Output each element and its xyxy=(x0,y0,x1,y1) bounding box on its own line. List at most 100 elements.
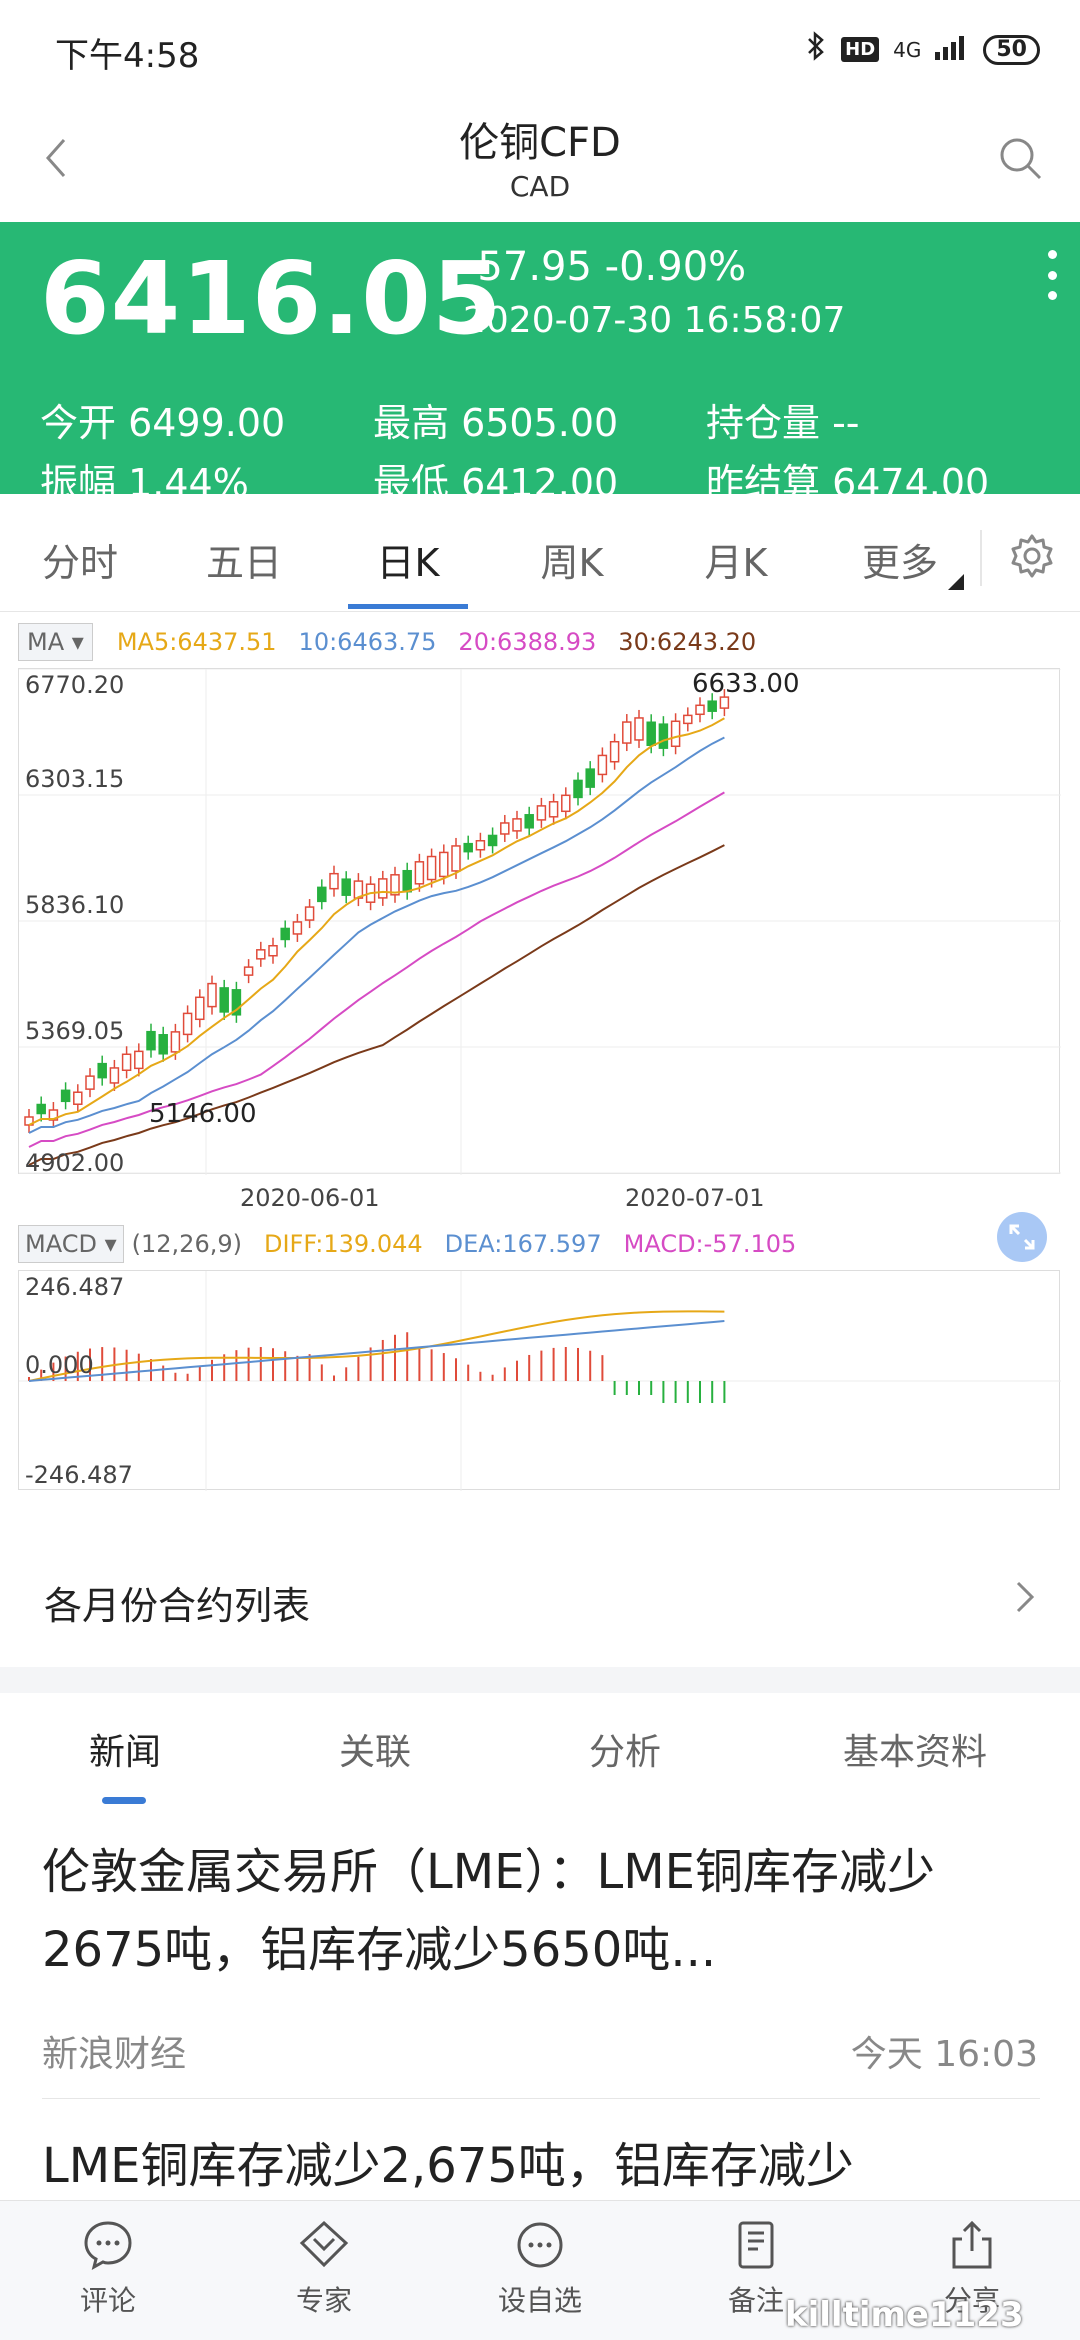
tab-daily-k[interactable]: 日K xyxy=(348,532,468,587)
candle-body xyxy=(280,927,290,941)
kline-y-label: 6770.20 xyxy=(25,671,125,699)
candle-body xyxy=(97,1062,107,1079)
macd-selector[interactable]: MACD ▾ xyxy=(18,1225,124,1263)
tab-fundamentals[interactable]: 基本资料 xyxy=(820,1723,1010,1775)
candle-body xyxy=(622,721,632,744)
quote-datetime: 2020-07-30 16:58:07 xyxy=(463,300,846,341)
candle-body xyxy=(426,855,437,881)
ma20-value: 20:6388.93 xyxy=(458,628,597,656)
candle-body xyxy=(439,851,449,878)
tab-intraday[interactable]: 分时 xyxy=(20,532,140,587)
macd-line xyxy=(28,1320,725,1382)
ma30-value: 30:6243.20 xyxy=(618,628,757,656)
notes-icon xyxy=(738,2221,774,2269)
diamond-icon xyxy=(299,2220,349,2268)
tab-related[interactable]: 关联 xyxy=(310,1723,440,1775)
candle-body xyxy=(146,1030,156,1051)
macd-y-label: 246.487 xyxy=(25,1273,125,1301)
candle-body xyxy=(219,987,229,1013)
news-headline[interactable]: LME铜库存减少2,675吨，铝库存减少 xyxy=(42,2131,1042,2201)
candle-body xyxy=(451,845,461,872)
macd-y-label: -246.487 xyxy=(25,1461,133,1489)
battery-icon: 50 xyxy=(983,34,1040,65)
network-label: 4G xyxy=(893,37,922,62)
candle-body xyxy=(695,704,705,716)
kline-panel[interactable]: 6770.20 6303.15 5836.10 5369.05 4902.00 … xyxy=(18,668,1061,1177)
candle-body xyxy=(36,1103,46,1115)
expand-icon xyxy=(1009,1224,1035,1250)
nav-bar: 伦铜CFD CAD xyxy=(0,100,1080,222)
candle-body xyxy=(597,754,608,776)
tabs-divider xyxy=(980,530,982,586)
contracts-list-label: 各月份合约列表 xyxy=(44,1584,311,1628)
status-icons: HD 4G 50 xyxy=(805,30,1040,69)
news-tab-underline xyxy=(102,1797,146,1804)
high-price: 最高 6505.00 xyxy=(373,401,619,445)
ma5-value: MA5:6437.51 xyxy=(116,628,277,656)
tab-monthly-k[interactable]: 月K xyxy=(676,532,796,587)
candle-body xyxy=(109,1067,120,1084)
candle-body xyxy=(573,779,583,799)
more-menu-icon[interactable] xyxy=(1046,250,1058,300)
watchlist-icon xyxy=(517,2222,563,2268)
kline-y-label: 6303.15 xyxy=(25,765,125,793)
watermark-text: killtime1123 xyxy=(785,2295,1024,2335)
news-source: 新浪财经 xyxy=(42,2034,187,2075)
tab-five-day[interactable]: 五日 xyxy=(184,532,304,587)
page-subtitle: CAD xyxy=(509,170,571,203)
open-interest: 持仓量 -- xyxy=(706,401,860,445)
news-headline[interactable]: 伦敦金属交易所（LME）：LME铜库存减少2675吨，铝库存减少5650吨... xyxy=(42,1833,1042,1989)
signal-icon xyxy=(935,32,969,67)
open-price: 今开 6499.00 xyxy=(40,401,286,445)
kline-y-label: 4902.00 xyxy=(25,1149,125,1177)
news-divider xyxy=(42,2098,1040,2099)
quote-header: 6416.05 -57.95 -0.90% 2020-07-30 16:58:0… xyxy=(0,222,1080,505)
bluetooth-icon xyxy=(805,30,827,69)
ma-legend: MA ▾ MA5:6437.51 10:6463.75 20:6388.93 3… xyxy=(18,620,778,664)
gear-icon[interactable] xyxy=(1008,532,1056,580)
candle-body xyxy=(658,723,669,749)
candle-body xyxy=(256,949,266,960)
candle-body xyxy=(304,906,315,921)
ma-line xyxy=(28,736,725,1134)
macd-dea: DEA:167.597 xyxy=(444,1230,602,1258)
active-tab-underline xyxy=(348,604,468,609)
contracts-list-row[interactable]: 各月份合约列表 xyxy=(0,1527,1080,1667)
candle-body xyxy=(170,1031,181,1053)
candle-body xyxy=(341,878,351,896)
ma-selector[interactable]: MA ▾ xyxy=(18,623,93,661)
ma-line xyxy=(28,791,725,1148)
tab-news[interactable]: 新闻 xyxy=(60,1723,190,1775)
macd-params: (12,26,9) xyxy=(131,1230,242,1258)
kline-y-label: 5836.10 xyxy=(25,891,125,919)
last-price: 6416.05 xyxy=(40,240,503,357)
candle-body xyxy=(463,842,473,853)
search-icon[interactable] xyxy=(996,134,1044,182)
comment-icon xyxy=(84,2221,132,2270)
macd-panel[interactable]: 246.487 0.000 -246.487 xyxy=(18,1270,1061,1491)
candle-body xyxy=(609,740,620,763)
tab-analysis[interactable]: 分析 xyxy=(560,1723,690,1775)
tab-weekly-k[interactable]: 周K xyxy=(512,532,632,587)
candle-body xyxy=(536,805,547,821)
candle-body xyxy=(121,1053,132,1072)
hd-icon: HD xyxy=(841,37,880,62)
kline-high-label: 6633.00 xyxy=(692,669,800,699)
news-tabs: 新闻 关联 分析 基本资料 xyxy=(0,1693,1080,1813)
candle-body xyxy=(317,886,327,903)
tab-more[interactable]: 更多 xyxy=(840,532,960,587)
status-time: 下午4:58 xyxy=(55,36,200,76)
chart-area: MA ▾ MA5:6437.51 10:6463.75 20:6388.93 3… xyxy=(0,612,1080,1527)
comment-button[interactable]: 评论 xyxy=(48,2217,168,2319)
expert-button[interactable]: 专家 xyxy=(264,2217,384,2319)
status-bar: 下午4:58 HD 4G 50 xyxy=(0,0,1080,100)
expand-chart-button[interactable] xyxy=(997,1212,1047,1262)
candle-body xyxy=(134,1050,144,1070)
add-watchlist-button[interactable]: 设自选 xyxy=(480,2217,600,2319)
candle-body xyxy=(414,861,425,885)
period-tabs: 分时 五日 日K 周K 月K 更多 xyxy=(0,494,1080,612)
candle-body xyxy=(561,794,571,813)
news-time: 今天 16:03 xyxy=(850,2034,1038,2075)
candle-body xyxy=(402,869,412,893)
candle-body xyxy=(548,801,559,818)
